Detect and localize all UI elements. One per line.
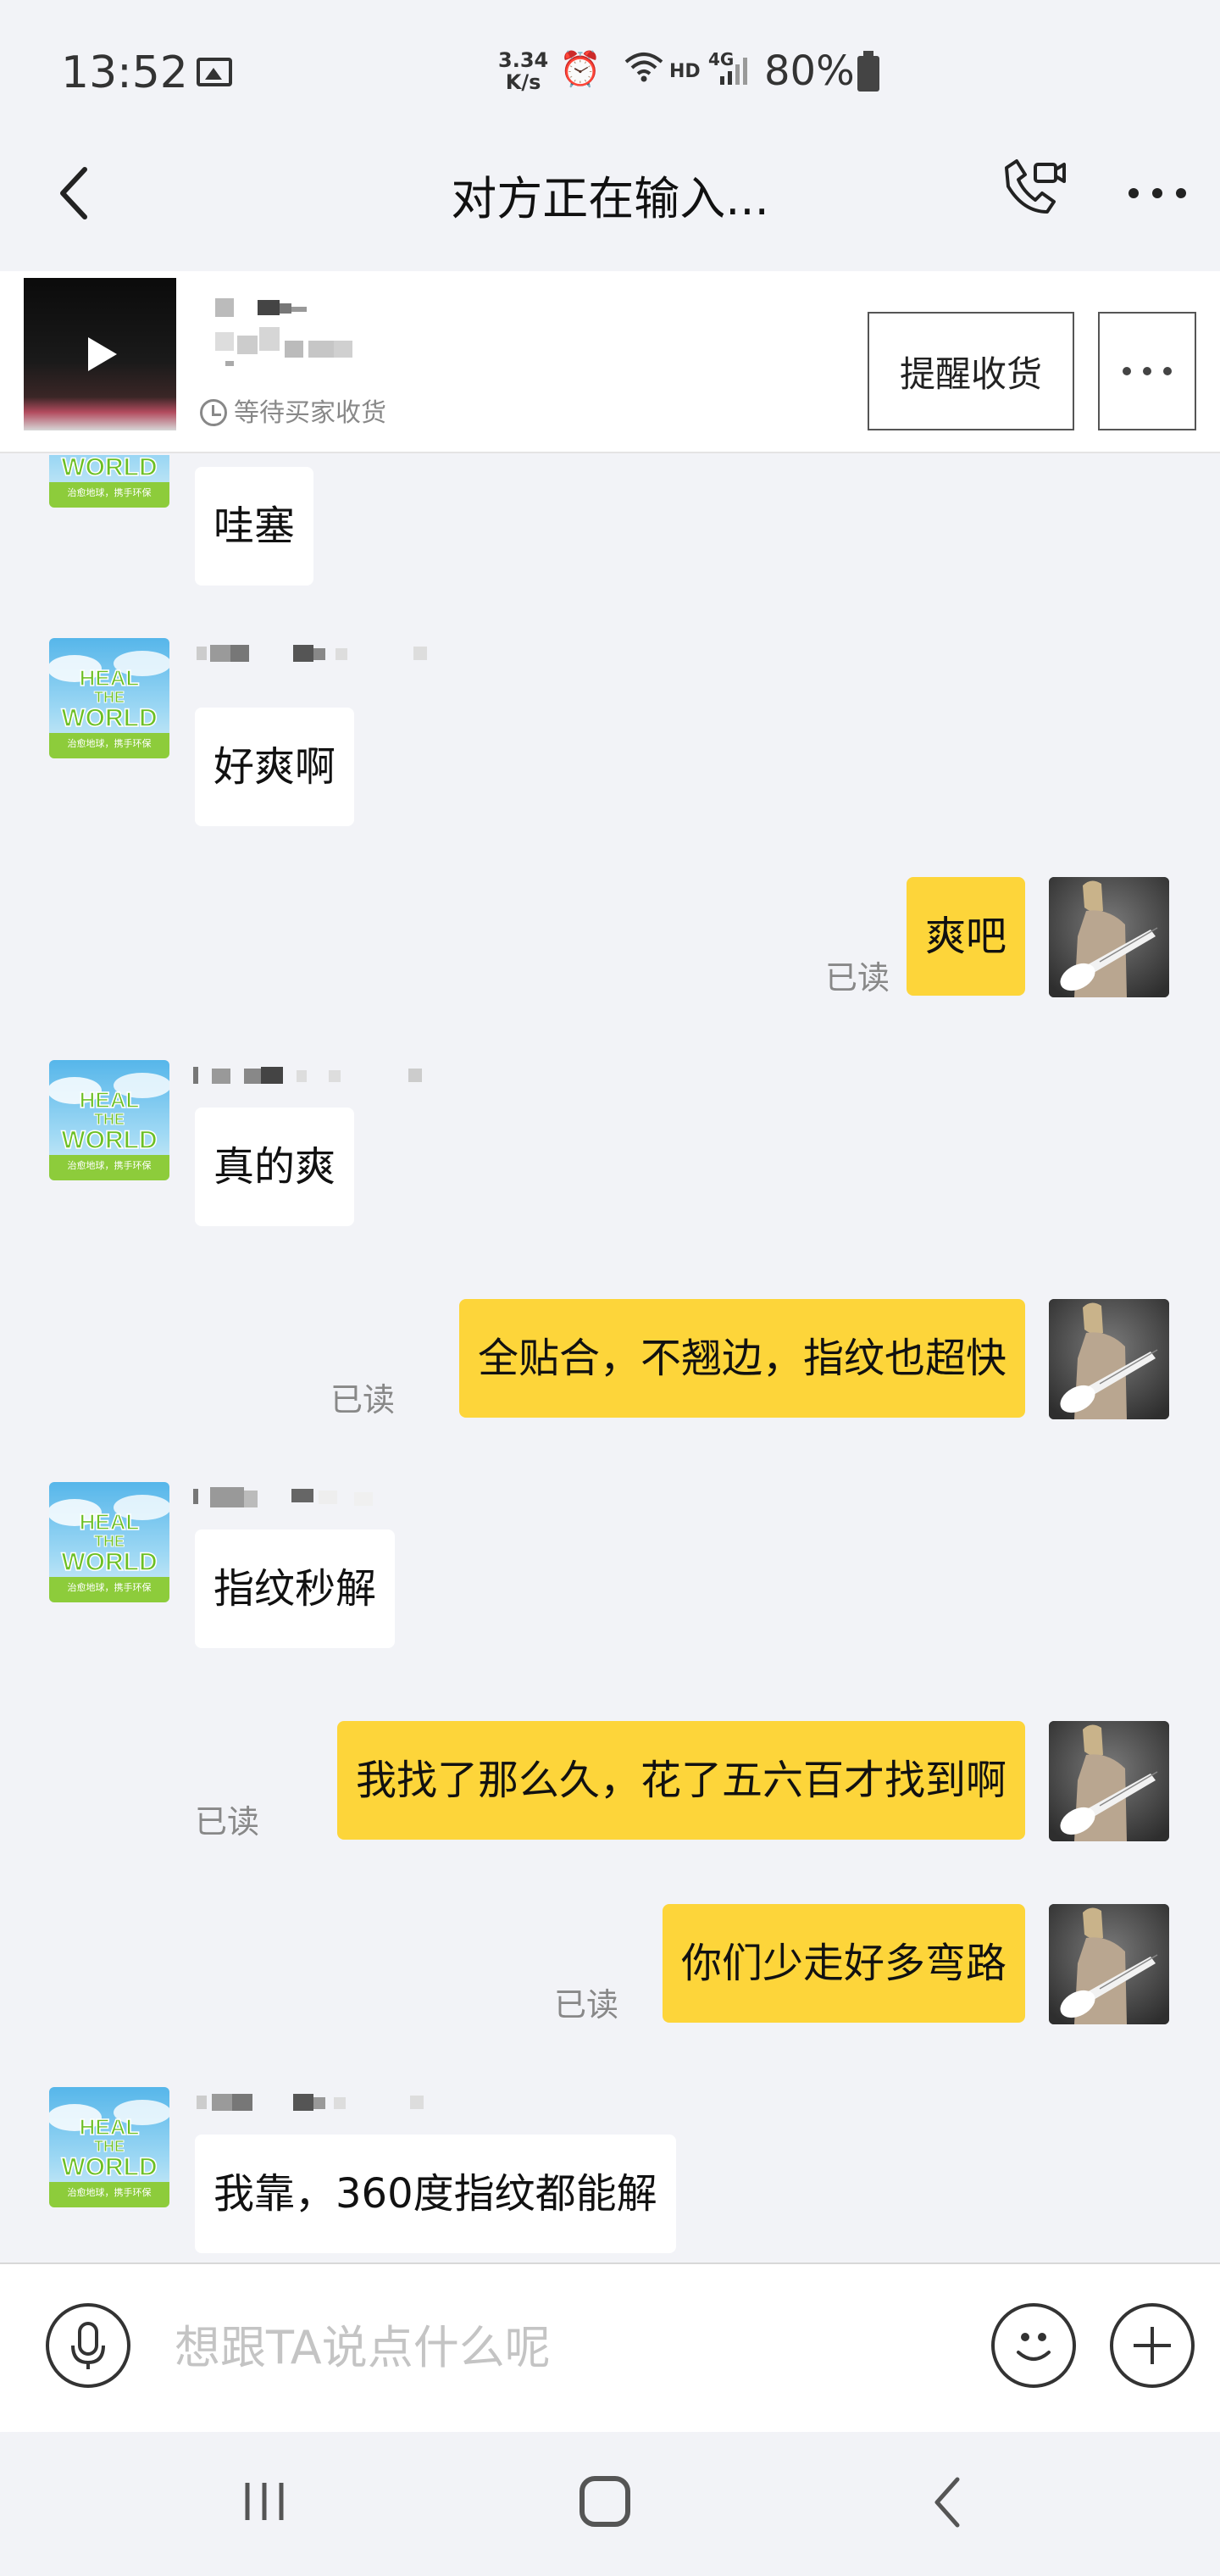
svg-text:治愈地球，携手环保: 治愈地球，携手环保 xyxy=(68,1159,152,1171)
guitarist-photo xyxy=(1049,1299,1169,1419)
heal-the-world-logo: HEAL THE WORLD 治愈地球，携手环保 xyxy=(49,1060,169,1180)
my-avatar[interactable] xyxy=(1049,1299,1169,1419)
emoji-button[interactable] xyxy=(991,2303,1076,2388)
voice-input-button[interactable] xyxy=(46,2303,130,2388)
home-icon[interactable] xyxy=(580,2476,630,2527)
plus-icon xyxy=(1134,2327,1171,2364)
message-input[interactable] xyxy=(175,2307,954,2388)
svg-text:HEAL: HEAL xyxy=(80,1087,140,1113)
play-icon xyxy=(88,337,117,371)
sender-name-blurred xyxy=(197,645,427,662)
svg-text:THE: THE xyxy=(94,1111,125,1128)
svg-text:治愈地球，携手环保: 治愈地球，携手环保 xyxy=(68,737,152,749)
svg-text:治愈地球，携手环保: 治愈地球，携手环保 xyxy=(68,486,152,498)
message-bubble-incoming[interactable]: 真的爽 xyxy=(195,1108,355,1226)
alarm-wifi-icons: ⏰ xyxy=(559,49,665,89)
message-bubble-outgoing[interactable]: 我找了那么久，花了五六百才找到啊 xyxy=(336,1721,1025,1840)
seller-avatar[interactable]: HEAL THE WORLD 治愈地球，携手环保 xyxy=(49,638,169,758)
hd-indicator: HD xyxy=(669,61,701,82)
remind-receipt-button[interactable]: 提醒收货 xyxy=(868,312,1074,430)
order-card[interactable]: 等待买家收货 提醒收货 xyxy=(0,271,1220,453)
svg-text:治愈地球，携手环保: 治愈地球，携手环保 xyxy=(68,1581,152,1593)
status-bar: 13:52 3.34 K/s ⏰ HD 4G 80% xyxy=(0,0,1220,144)
my-avatar[interactable] xyxy=(1049,1904,1169,2024)
more-options-icon[interactable] xyxy=(1127,185,1188,202)
emoji-icon xyxy=(1017,2333,1051,2361)
network-speed-unit: K/s xyxy=(505,70,541,94)
svg-text:THE: THE xyxy=(94,2138,125,2155)
guitarist-photo xyxy=(1049,877,1169,997)
sender-name-blurred xyxy=(197,2094,424,2111)
message-bubble-incoming[interactable]: 指纹秒解 xyxy=(195,1530,396,1648)
svg-text:治愈地球，携手环保: 治愈地球，携手环保 xyxy=(68,2186,152,2198)
message-bubble-incoming[interactable]: 我靠，360度指纹都能解 xyxy=(195,2135,676,2253)
guitarist-photo xyxy=(1049,1721,1169,1841)
svg-text:THE: THE xyxy=(94,689,125,706)
order-more-button[interactable] xyxy=(1098,312,1196,430)
svg-text:WORLD: WORLD xyxy=(61,1126,157,1154)
image-notification-icon xyxy=(197,58,232,86)
system-back-icon[interactable] xyxy=(927,2473,969,2532)
order-status: 等待买家收货 xyxy=(200,391,386,429)
heal-the-world-logo: HEAL THE WORLD 治愈地球，携手环保 xyxy=(49,638,169,758)
chat-message-list[interactable]: HEAL THE WORLD 治愈地球，携手环保 哇塞 HEAL THE WOR… xyxy=(0,455,1220,2262)
guitarist-photo xyxy=(1049,1904,1169,2024)
svg-text:HEAL: HEAL xyxy=(80,665,140,691)
heal-the-world-logo: HEAL THE WORLD 治愈地球，携手环保 xyxy=(49,1482,169,1602)
microphone-icon xyxy=(71,2322,105,2369)
svg-text:WORLD: WORLD xyxy=(61,704,157,732)
seller-avatar[interactable]: HEAL THE WORLD 治愈地球，携手环保 xyxy=(49,1060,169,1180)
read-receipt: 已读 xyxy=(553,1986,618,2024)
message-bubble-incoming[interactable]: 哇塞 xyxy=(195,467,314,586)
heal-the-world-logo: HEAL THE WORLD 治愈地球，携手环保 xyxy=(49,455,169,508)
read-receipt: 已读 xyxy=(330,1381,395,1418)
message-bubble-outgoing[interactable]: 全贴合，不翘边，指纹也超快 xyxy=(458,1299,1025,1418)
battery-percent: 80% xyxy=(764,47,855,95)
battery-icon xyxy=(857,51,879,92)
svg-text:THE: THE xyxy=(94,1533,125,1550)
order-status-text: 等待买家收货 xyxy=(234,398,386,428)
seller-avatar[interactable]: HEAL THE WORLD 治愈地球，携手环保 xyxy=(49,455,169,508)
sender-name-blurred xyxy=(193,1067,422,1084)
read-receipt: 已读 xyxy=(824,959,890,997)
message-bubble-outgoing[interactable]: 你们少走好多弯路 xyxy=(662,1904,1025,2023)
status-time: 13:52 xyxy=(61,47,188,98)
svg-text:WORLD: WORLD xyxy=(61,1548,157,1576)
svg-text:HEAL: HEAL xyxy=(80,1509,140,1535)
wifi-icon xyxy=(624,53,663,82)
message-input-bar xyxy=(0,2262,1220,2432)
seller-avatar[interactable]: HEAL THE WORLD 治愈地球，携手环保 xyxy=(49,2087,169,2207)
heal-the-world-logo: HEAL THE WORLD 治愈地球，携手环保 xyxy=(49,2087,169,2207)
alarm-icon: ⏰ xyxy=(559,50,607,89)
svg-text:HEAL: HEAL xyxy=(80,2114,140,2140)
message-bubble-outgoing[interactable]: 爽吧 xyxy=(906,877,1025,996)
clock-icon xyxy=(200,399,227,426)
video-call-icon[interactable] xyxy=(998,153,1069,224)
system-navigation-bar xyxy=(0,2432,1220,2576)
my-avatar[interactable] xyxy=(1049,877,1169,997)
more-actions-button[interactable] xyxy=(1110,2303,1195,2388)
my-avatar[interactable] xyxy=(1049,1721,1169,1841)
network-speed: 3.34 K/s xyxy=(498,49,548,93)
message-bubble-incoming[interactable]: 好爽啊 xyxy=(195,708,355,826)
seller-avatar[interactable]: HEAL THE WORLD 治愈地球，携手环保 xyxy=(49,1482,169,1602)
recent-apps-icon[interactable] xyxy=(239,2476,290,2527)
more-options-icon xyxy=(1123,367,1172,375)
network-speed-value: 3.34 xyxy=(498,48,549,72)
nav-bar: 对方正在输入... xyxy=(0,144,1220,271)
svg-text:WORLD: WORLD xyxy=(61,2153,157,2181)
read-receipt: 已读 xyxy=(194,1803,259,1840)
product-video-thumbnail[interactable] xyxy=(24,278,176,430)
signal-icon xyxy=(720,58,747,85)
product-title-blurred xyxy=(215,298,352,366)
sender-name-blurred xyxy=(193,1487,373,1507)
svg-text:WORLD: WORLD xyxy=(61,455,157,481)
